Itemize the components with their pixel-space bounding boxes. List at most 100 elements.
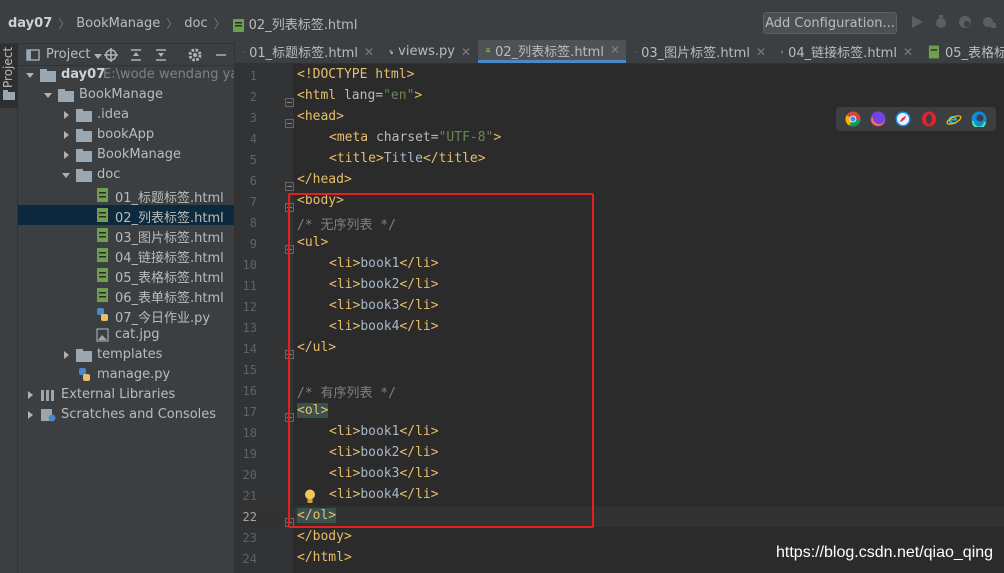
- python-file-icon: [79, 368, 90, 381]
- html-file-icon: [97, 208, 108, 222]
- code-token: "en": [383, 88, 415, 103]
- chevron-down-icon[interactable]: [94, 49, 102, 63]
- fold-marker-icon[interactable]: [285, 119, 294, 128]
- tab-02-active[interactable]: 02_列表标签.html ✕: [478, 40, 626, 63]
- edge-icon[interactable]: [971, 111, 987, 127]
- tab-01[interactable]: 01_标题标签.html ✕: [235, 40, 380, 63]
- tree-item-bookmanage[interactable]: BookManage: [18, 85, 234, 105]
- safari-icon[interactable]: [895, 111, 911, 127]
- tree-item-file[interactable]: 04_链接标签.html: [18, 245, 234, 266]
- folder-icon: [76, 149, 92, 162]
- breadcrumb-project[interactable]: day07: [8, 16, 52, 31]
- tab-views[interactable]: views.py ✕: [381, 40, 477, 63]
- breadcrumb-file[interactable]: 02_列表标签.html: [249, 14, 358, 33]
- chevron-right-icon[interactable]: [26, 391, 34, 399]
- python-file-icon: [389, 49, 393, 54]
- watermark-url: https://blog.csdn.net/qiao_qing: [776, 544, 994, 561]
- code-token: </html>: [297, 550, 352, 565]
- tree-item-label: Scratches and Consoles: [61, 407, 217, 422]
- firefox-icon[interactable]: [870, 111, 886, 127]
- tree-item-label: doc: [97, 167, 121, 182]
- chevron-down-icon[interactable]: [62, 171, 70, 179]
- minimize-icon[interactable]: [214, 48, 228, 62]
- chevron-down-icon[interactable]: [44, 91, 52, 99]
- line-number: 14: [242, 342, 257, 356]
- tree-item-path: E:\wode wendang ya\c: [103, 67, 234, 82]
- code-token: </body>: [297, 529, 352, 544]
- project-panel: Project day07 E:\wode wendang ya\c BookM…: [18, 44, 235, 573]
- breadcrumb-subfolder[interactable]: doc: [184, 16, 207, 31]
- tree-item-label: BookManage: [79, 87, 163, 102]
- fold-marker-icon[interactable]: [285, 182, 294, 191]
- close-icon[interactable]: ✕: [610, 43, 620, 57]
- tree-item-file[interactable]: 07_今日作业.py: [18, 305, 234, 326]
- tree-item-file[interactable]: cat.jpg: [18, 325, 234, 345]
- tree-item-label: cat.jpg: [115, 327, 160, 342]
- debug-icon[interactable]: [934, 15, 948, 29]
- run-icon[interactable]: [910, 15, 924, 29]
- code-token: lang=: [343, 88, 384, 103]
- tree-item-file[interactable]: 01_标题标签.html: [18, 185, 234, 206]
- tab-03[interactable]: 03_图片标签.html ✕: [627, 40, 772, 63]
- tree-item-doc[interactable]: doc: [18, 165, 234, 185]
- tree-item-bookapp[interactable]: bookApp: [18, 125, 234, 145]
- opera-icon[interactable]: [921, 111, 937, 127]
- chrome-icon[interactable]: [845, 111, 861, 127]
- code-line[interactable]: </head>: [297, 172, 352, 187]
- code-line[interactable]: </html>: [297, 550, 352, 565]
- coverage-icon[interactable]: [958, 15, 972, 29]
- chevron-right-icon[interactable]: [26, 411, 34, 419]
- collapse-all-icon[interactable]: [154, 48, 168, 62]
- code-line[interactable]: <!DOCTYPE html>: [297, 67, 414, 82]
- line-number: 1: [249, 69, 257, 83]
- locate-icon[interactable]: [104, 48, 118, 62]
- project-stripe-label[interactable]: Project: [1, 47, 15, 88]
- add-configuration-button[interactable]: Add Configuration...: [763, 12, 897, 34]
- chevron-down-icon[interactable]: [26, 71, 34, 79]
- line-number: 2: [249, 90, 257, 104]
- tree-item-file[interactable]: 05_表格标签.html: [18, 265, 234, 286]
- chevron-right-icon[interactable]: [62, 351, 70, 359]
- tree-item-file[interactable]: manage.py: [18, 365, 234, 385]
- code-line[interactable]: <head>: [297, 109, 344, 124]
- code-token: <head>: [297, 109, 344, 124]
- expand-all-icon[interactable]: [129, 48, 143, 62]
- tree-item-file[interactable]: 03_图片标签.html: [18, 225, 234, 246]
- tab-05[interactable]: 05_表格标签: [920, 40, 1004, 63]
- code-line[interactable]: <title>Title</title>: [329, 151, 486, 166]
- chevron-right-icon[interactable]: [62, 151, 70, 159]
- html-file-icon: [781, 50, 783, 53]
- code-line[interactable]: <html lang="en">: [297, 88, 422, 103]
- html-file-icon: [97, 288, 108, 302]
- project-panel-title[interactable]: Project: [46, 47, 90, 62]
- close-icon[interactable]: ✕: [364, 45, 374, 59]
- fold-marker-icon[interactable]: [285, 98, 294, 107]
- close-icon[interactable]: ✕: [461, 45, 471, 59]
- tab-04[interactable]: 04_链接标签.html ✕: [773, 40, 919, 63]
- tree-item-label: day07: [61, 67, 106, 82]
- chevron-right-icon[interactable]: [62, 131, 70, 139]
- internet-explorer-icon[interactable]: e: [946, 111, 962, 127]
- folder-icon: [76, 129, 92, 142]
- tab-label: 01_标题标签.html: [249, 46, 358, 61]
- tree-item-scratches[interactable]: Scratches and Consoles: [18, 405, 234, 425]
- profile-icon[interactable]: [982, 15, 996, 29]
- tree-item-templates[interactable]: templates: [18, 345, 234, 365]
- tree-item-file[interactable]: 06_表单标签.html: [18, 285, 234, 306]
- tree-item-label: BookManage: [97, 147, 181, 162]
- tree-item-idea[interactable]: .idea: [18, 105, 234, 125]
- close-icon[interactable]: ✕: [903, 45, 913, 59]
- close-icon[interactable]: ✕: [756, 45, 766, 59]
- tree-item-file-selected[interactable]: 02_列表标签.html: [18, 205, 234, 226]
- breadcrumb: day07 〉 BookManage 〉 doc 〉 02_列表标签.html: [8, 14, 358, 33]
- html-file-icon: [97, 188, 108, 202]
- gear-icon[interactable]: [188, 48, 202, 62]
- breadcrumb-folder[interactable]: BookManage: [76, 16, 160, 31]
- code-line[interactable]: <meta charset="UTF-8">: [329, 130, 501, 145]
- line-number: 19: [242, 447, 257, 461]
- tree-item-day07[interactable]: day07 E:\wode wendang ya\c: [18, 65, 234, 85]
- tree-item-external-libraries[interactable]: External Libraries: [18, 385, 234, 405]
- code-line[interactable]: </body>: [297, 529, 352, 544]
- tree-item-bookmanage-package[interactable]: BookManage: [18, 145, 234, 165]
- chevron-right-icon[interactable]: [62, 111, 70, 119]
